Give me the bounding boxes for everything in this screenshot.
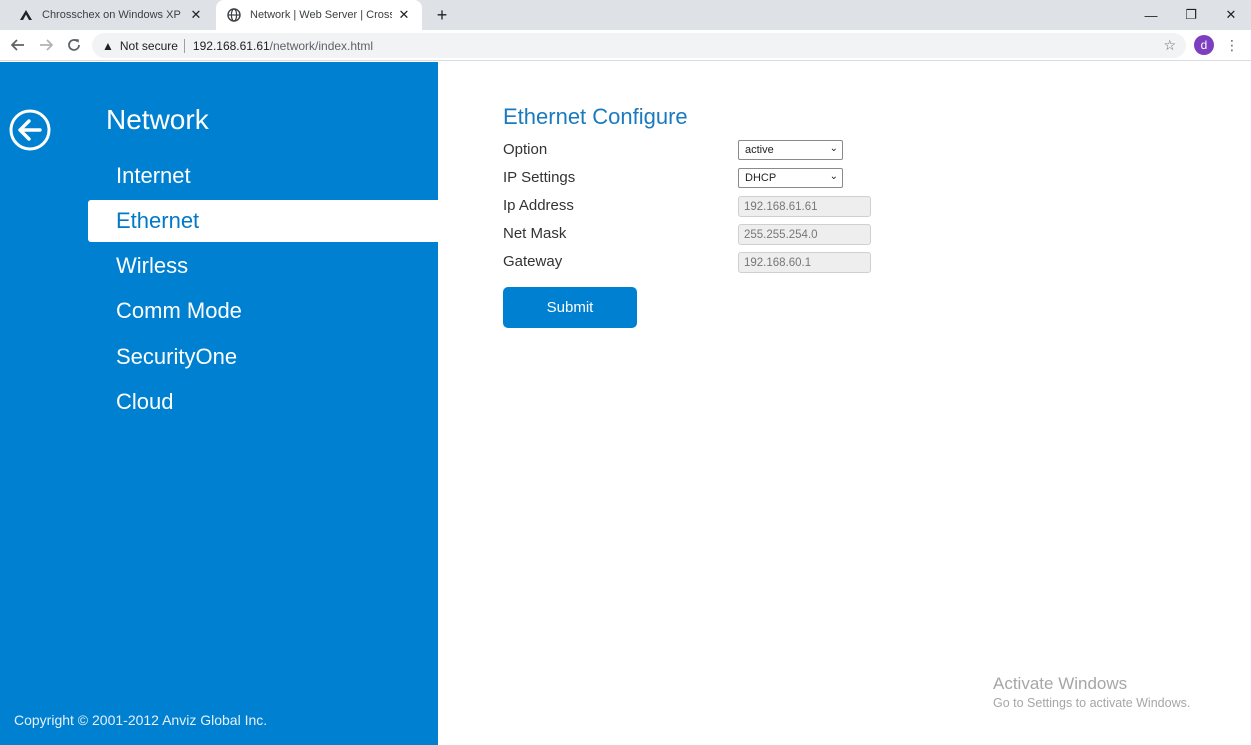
sidebar-item-cloud[interactable]: Cloud [88,381,438,423]
forward-arrow-icon[interactable] [35,34,57,56]
divider [183,38,185,53]
sidebar-item-comm-mode[interactable]: Comm Mode [88,290,438,332]
browser-tab-bar: Chrosschex on Windows XP (#12 ✕ Network … [0,0,1251,30]
option-label: Option [503,141,548,158]
ip-address-label: Ip Address [503,197,574,214]
ip-settings-select[interactable]: DHCP ⌄ [738,168,843,188]
tab-title: Chrosschex on Windows XP (#12 [42,9,184,21]
option-select[interactable]: active ⌄ [738,140,843,160]
url-host: 192.168.61.61 [192,38,270,53]
chevron-down-icon: ⌄ [829,171,838,182]
minimize-button[interactable]: — [1131,0,1171,30]
back-arrow-icon[interactable] [7,34,29,56]
browser-tab-crosschex[interactable]: Chrosschex on Windows XP (#12 ✕ [8,0,214,30]
new-tab-button[interactable]: + [432,5,452,25]
warning-icon[interactable]: ▲ [102,39,114,53]
gateway-label: Gateway [503,253,563,270]
main-content: Ethernet Configure Option active ⌄ IP Se… [438,62,1251,745]
submit-button[interactable]: Submit [503,287,637,328]
tab-title: Network | Web Server | CrossChe [250,9,392,21]
ip-settings-label: IP Settings [503,169,576,186]
activate-windows-subtitle: Go to Settings to activate Windows. [993,696,1191,710]
globe-icon [226,7,242,23]
sidebar-item-wirless[interactable]: Wirless [88,245,438,287]
activate-windows-title: Activate Windows [993,674,1128,693]
form-title: Ethernet Configure [503,104,688,129]
back-circle-arrow-icon[interactable] [8,108,52,152]
url-path: /network/index.html [269,38,374,53]
restore-button[interactable]: ❐ [1171,0,1211,30]
reload-icon[interactable] [63,34,85,56]
gateway-input[interactable]: 192.168.60.1 [738,252,871,273]
copyright-text: Copyright © 2001-2012 Anviz Global Inc. [14,712,268,728]
sidebar-item-ethernet[interactable]: Ethernet [88,200,438,242]
sidebar-item-internet[interactable]: Internet [88,155,438,197]
tab-close-icon[interactable]: ✕ [188,7,204,23]
anviz-logo-icon [18,7,34,23]
browser-tab-network[interactable]: Network | Web Server | CrossChe ✕ [216,0,422,30]
more-menu-icon[interactable]: ⋮ [1224,35,1240,55]
chevron-down-icon: ⌄ [829,143,838,154]
ip-address-input[interactable]: 192.168.61.61 [738,196,871,217]
address-bar[interactable]: ▲ Not secure 192.168.61.61 /network/inde… [92,33,1186,58]
net-mask-label: Net Mask [503,225,567,242]
security-label[interactable]: Not secure [120,39,178,53]
close-window-button[interactable]: ✕ [1211,0,1251,30]
bookmark-star-icon[interactable]: ☆ [1163,37,1176,54]
option-select-value: active [745,144,774,156]
ip-settings-select-value: DHCP [745,172,777,184]
sidebar: Network Internet Ethernet Wirless Comm M… [0,62,438,745]
sidebar-title: Network [106,104,209,135]
sidebar-item-securityone[interactable]: SecurityOne [88,336,438,378]
net-mask-input[interactable]: 255.255.254.0 [738,224,871,245]
profile-avatar[interactable]: d [1194,35,1214,55]
tab-close-icon[interactable]: ✕ [396,7,412,23]
browser-toolbar: ▲ Not secure 192.168.61.61 /network/inde… [0,30,1251,61]
